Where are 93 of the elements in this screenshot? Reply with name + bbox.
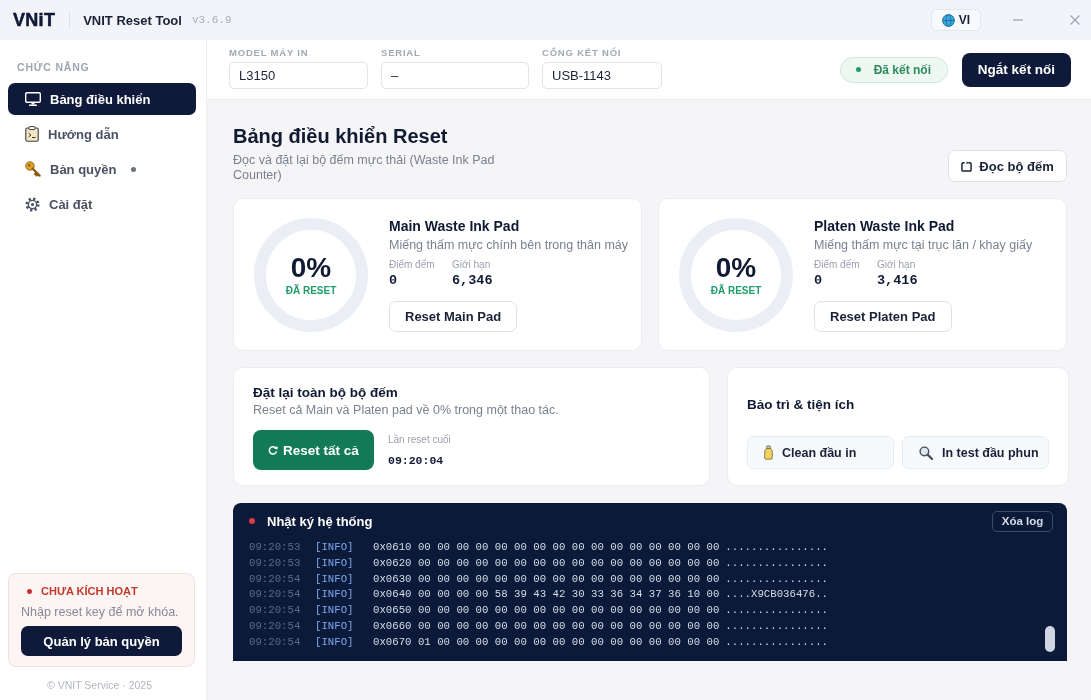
monitor-icon [25,92,41,106]
refresh-icon [961,160,973,172]
log-ascii-data: ................ [725,571,828,587]
indicator-dot-icon [249,518,255,524]
log-ascii-data: ................ [725,603,828,619]
log-hex-data: 0x0640 00 00 00 00 58 39 43 42 30 33 36 34 37 36 10 00 [373,587,720,603]
card-title: Bảo trì & tiện ích [747,396,855,413]
stat-label: Giới hạn [877,258,916,271]
log-tag: [INFO] [315,634,373,651]
pad-title: Platen Waste Ink Pad [814,217,955,235]
log-title: Nhật ký hệ thống [267,513,373,529]
search-icon [919,445,933,460]
log-time: 09:20:54 [249,587,302,603]
reset-pad-button[interactable]: Reset Main Pad [389,300,518,332]
log-hex-data: 0x0620 00 00 00 00 00 00 00 00 00 00 00 00 00 00 00 00 [373,555,720,571]
input-field[interactable]: – [381,62,529,89]
log-ascii-data: ................ [725,555,828,571]
card-description: Reset cả Main và Platen pad về 0% trong một thao tác. [253,402,559,418]
reset-pad-button[interactable]: Reset Platen Pad [814,300,952,332]
bottle-icon [764,445,773,460]
log-tag: [INFO] [315,587,373,604]
pad-description: Miếng thấm mực chính bên trong thân máy [389,236,629,253]
page-subtitle: Đọc và đặt lại bộ đếm mực thải (Waste Ink Pad Counter) [233,153,496,183]
status-text: Đã kết nối [873,62,931,77]
nav-item[interactable]: Bản quyền [8,153,196,185]
tool-button[interactable]: Clean đầu in [747,436,894,469]
rotate-icon [268,445,279,455]
copyright-text: © VNIT Service · 2025 [47,679,152,692]
app-logo: VNiT [13,9,56,31]
log-hex-data: 0x0610 00 00 00 00 00 00 00 00 00 00 00 00 00 00 00 00 [373,540,720,555]
log-tag: [INFO] [315,603,373,619]
log-time: 09:20:54 [249,634,302,650]
last-reset-time: 09:20:04 [388,454,444,468]
gear-icon [25,196,40,212]
field-label: CỔNG KẾT NỐI [542,47,622,59]
log-tag: [INFO] [315,571,373,588]
app-title: VNIT Reset Tool [83,12,182,28]
close-icon [1070,15,1080,25]
log-ascii-data: ................ [725,619,828,634]
globe-icon [941,13,955,27]
log-ascii-data: ................ [725,540,828,555]
minimize-icon [1013,19,1023,21]
log-time: 09:20:54 [249,603,302,619]
section-label: CHỨC NĂNG [17,61,90,73]
disconnect-button[interactable]: Ngắt kết nối [962,52,1071,87]
log-ascii-data: ....X9CB036476.. [725,587,828,603]
log-tag: [INFO] [315,619,373,635]
input-field[interactable]: USB-1143 [542,62,662,89]
stat-label: Giới hạn [452,258,491,271]
percent-value: 0% [715,252,757,283]
field-label: MODEL MÁY IN [229,47,309,59]
page-title: Bảng điều khiển Reset [233,124,448,148]
log-time: 09:20:53 [249,555,302,571]
nav-item[interactable]: Cài đặt [8,188,196,220]
log-time: 09:20:54 [249,619,302,634]
log-tag: [INFO] [315,540,373,556]
pad-title: Main Waste Ink Pad [389,217,520,235]
nav-item[interactable]: Hướng dẫn [8,118,196,150]
manage-license-button[interactable]: Quản lý bản quyền [21,626,182,656]
tool-button[interactable]: In test đầu phun [902,436,1049,469]
last-reset-label: Lần reset cuối [388,434,451,446]
key-icon [25,161,41,177]
stat-label: Điểm đếm [814,258,860,271]
percent-caption: ĐÃ RESET [285,284,337,297]
stat-value: 0 [389,272,398,289]
input-field[interactable]: L3150 [229,62,368,89]
percent-value: 0% [290,252,332,283]
log-tag: [INFO] [315,555,373,572]
log-hex-data: 0x0660 00 00 00 00 00 00 00 00 00 00 00 00 00 00 00 00 [373,619,720,634]
stat-value: 0 [814,272,823,289]
reset-all-button[interactable]: Reset tất cả [253,430,374,470]
version-label: v3.6.9 [191,14,232,26]
log-ascii-data: ................ [725,634,828,650]
stat-label: Điểm đếm [389,258,435,271]
nav-item[interactable]: Bảng điều khiển [8,83,196,115]
card-title: Đặt lại toàn bộ bộ đếm [253,384,398,401]
license-status: CHƯA KÍCH HOẠT [41,585,138,597]
stat-value: 3,416 [877,272,918,289]
log-hex-data: 0x0650 00 00 00 00 00 00 00 00 00 00 00 00 00 00 00 00 [373,603,720,619]
percent-caption: ĐÃ RESET [710,284,762,297]
log-hex-data: 0x0630 00 00 00 00 00 00 00 00 00 00 00 00 00 00 00 00 [373,571,720,587]
language-button[interactable]: VI [931,9,981,31]
scrollbar-thumb[interactable] [1045,626,1055,652]
read-counter-button[interactable]: Đọc bộ đếm [948,150,1067,182]
clear-log-button[interactable]: Xóa log [992,510,1053,532]
clipboard-icon [25,126,39,142]
log-time: 09:20:54 [249,571,302,587]
license-hint: Nhập reset key để mở khóa. [21,604,179,620]
stat-value: 6,346 [452,272,493,289]
log-time: 09:20:53 [249,540,302,555]
log-hex-data: 0x0670 01 00 00 00 00 00 00 00 00 00 00 00 00 00 00 00 [373,634,720,650]
field-label: SERIAL [381,47,421,59]
pad-description: Miếng thấm mực tại trục lăn / khay giấy [814,236,1033,253]
